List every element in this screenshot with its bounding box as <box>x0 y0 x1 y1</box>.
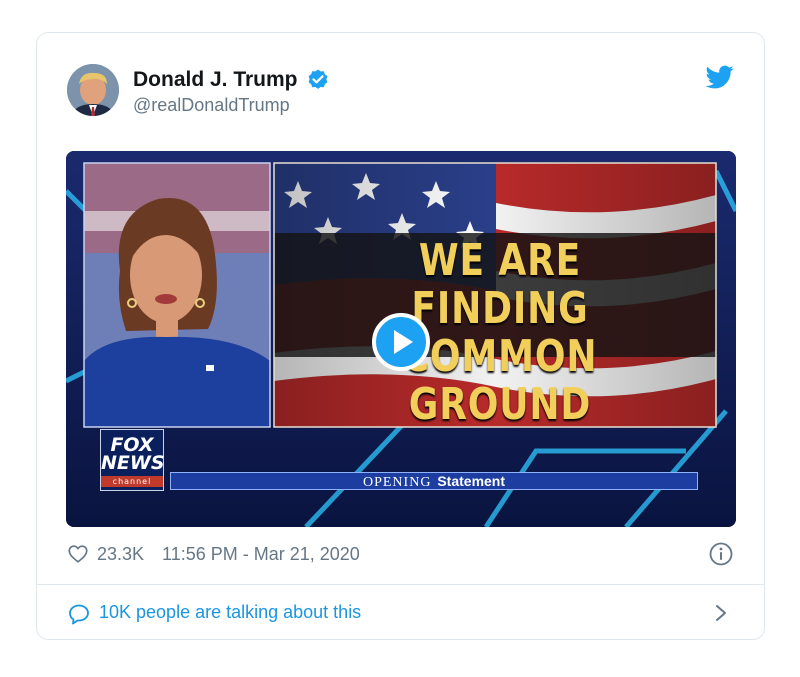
like-count[interactable]: 23.3K <box>97 544 144 565</box>
info-icon[interactable] <box>708 541 734 567</box>
lower-third-word2: Statement <box>437 473 506 489</box>
network-logo: FOX NEWS channel <box>100 429 165 491</box>
video-player[interactable]: WE ARE FINDING COMMON GROUND FOX NEWS ch… <box>66 151 736 527</box>
author-display-name[interactable]: Donald J. Trump <box>133 68 298 92</box>
play-icon <box>394 330 413 354</box>
conversation-link[interactable]: 10K people are talking about this <box>37 585 764 641</box>
video-lower-third: OPENING Statement <box>170 472 698 490</box>
speech-bubble-icon <box>69 604 89 625</box>
play-button[interactable] <box>372 313 430 371</box>
verified-badge-icon <box>308 69 327 89</box>
tweet-meta: 23.3K 11:56 PM - Mar 21, 2020 <box>67 543 360 565</box>
network-logo-line2: NEWS <box>101 452 165 474</box>
twitter-bird-icon[interactable] <box>706 63 734 91</box>
author-name-row[interactable]: Donald J. Trump <box>133 68 330 92</box>
chevron-right-icon[interactable] <box>712 603 730 623</box>
heart-icon[interactable] <box>67 543 89 565</box>
network-logo-line3: channel <box>101 476 163 487</box>
tweet-timestamp[interactable]: 11:56 PM - Mar 21, 2020 <box>162 544 360 565</box>
author-handle[interactable]: @realDonaldTrump <box>133 95 290 116</box>
lower-third-word1: OPENING <box>362 475 432 490</box>
conversation-text[interactable]: 10K people are talking about this <box>99 602 361 623</box>
avatar[interactable] <box>67 64 119 116</box>
video-headline-line1: WE ARE FINDING <box>411 235 589 334</box>
tweet-card[interactable]: Donald J. Trump @realDonaldTrump WE ARE … <box>36 32 765 640</box>
